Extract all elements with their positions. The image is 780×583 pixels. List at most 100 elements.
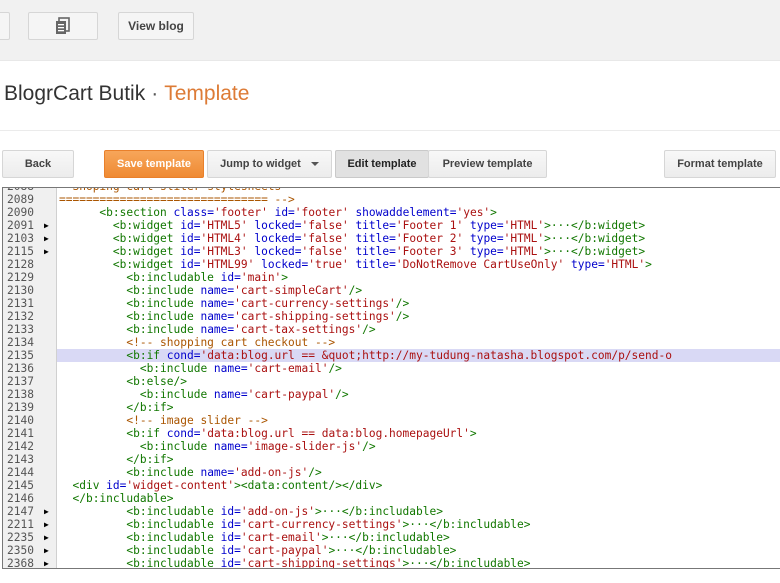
code-line[interactable]: 2103 ▶ <b:widget id='HTML4' locked='false…: [3, 232, 780, 245]
code-line[interactable]: 2140 <!-- image slider -->: [3, 414, 780, 427]
code-line[interactable]: 2143 </b:if>: [3, 453, 780, 466]
line-number: 2143: [7, 453, 34, 466]
code-token: name=: [200, 310, 235, 323]
code-token: type=: [469, 232, 504, 245]
code-line[interactable]: 2139 </b:if>: [3, 401, 780, 414]
fold-arrow-icon[interactable]: ▶: [44, 518, 49, 531]
code-token: 'data:blog.url == data:blog.homepageUrl': [200, 427, 470, 440]
code-text: <b:include name='image-slider-js'/>: [57, 440, 780, 453]
line-number: 2144: [7, 466, 34, 479]
code-text: <b:includable id='cart-shipping-settings…: [57, 557, 780, 569]
view-blog-button[interactable]: View blog: [118, 12, 194, 40]
code-token: <b:include: [126, 297, 201, 310]
code-token: 'cart-shipping-settings': [240, 557, 403, 569]
code-token: 'cart-currency-settings': [240, 518, 403, 531]
code-token: >···</b:widget>: [544, 245, 646, 258]
code-token: <b:else/>: [126, 375, 187, 388]
code-token: 'add-on-js': [240, 505, 315, 518]
code-text: </b:if>: [57, 401, 780, 414]
code-text: <b:includable id='cart-email'>···</b:inc…: [57, 531, 780, 544]
save-template-button[interactable]: Save template: [104, 150, 204, 178]
preview-template-tab[interactable]: Preview template: [428, 150, 547, 178]
code-line[interactable]: 2128 <b:widget id='HTML99' locked='true'…: [3, 258, 780, 271]
code-token: id=: [180, 258, 201, 271]
code-line[interactable]: 2134 <!-- shopping cart checkout -->: [3, 336, 780, 349]
code-line[interactable]: 2133 <b:include name='cart-tax-settings'…: [3, 323, 780, 336]
code-line[interactable]: 2090 <b:section class='footer' id='foote…: [3, 206, 780, 219]
code-line[interactable]: 2136 <b:include name='cart-email'/>: [3, 362, 780, 375]
pages-button[interactable]: [28, 12, 98, 40]
code-token: <div: [72, 479, 107, 492]
code-token: 'cart-email': [240, 531, 322, 544]
fold-arrow-icon[interactable]: ▶: [44, 505, 49, 518]
code-text: <b:include name='cart-simpleCart'/>: [57, 284, 780, 297]
fold-arrow-icon[interactable]: ▶: [44, 219, 49, 232]
code-text: <b:include name='cart-tax-settings'/>: [57, 323, 780, 336]
code-text: <b:widget id='HTML99' locked='true' titl…: [57, 258, 780, 271]
code-text: <!-- shopping cart checkout -->: [57, 336, 780, 349]
code-line[interactable]: 2145 <div id='widget-content'><data:cont…: [3, 479, 780, 492]
code-text: <b:includable id='add-on-js'>···</b:incl…: [57, 505, 780, 518]
code-line[interactable]: 2132 <b:include name='cart-shipping-sett…: [3, 310, 780, 323]
jump-to-widget-button[interactable]: Jump to widget: [207, 150, 332, 178]
format-template-button[interactable]: Format template: [664, 150, 776, 178]
edit-template-tab[interactable]: Edit template: [335, 150, 429, 178]
code-token: cond=: [166, 349, 201, 362]
code-token: ><data:content/></div>: [234, 479, 383, 492]
fold-arrow-icon[interactable]: ▶: [44, 557, 49, 568]
code-token: >···</b:widget>: [544, 232, 646, 245]
code-token: <!-- image slider -->: [126, 414, 268, 427]
code-token: />: [308, 466, 322, 479]
code-line[interactable]: 2235 ▶ <b:includable id='cart-email'>···<…: [3, 531, 780, 544]
code-line[interactable]: 2146 </b:includable>: [3, 492, 780, 505]
code-token: >···</b:includable>: [402, 518, 531, 531]
code-token: title=: [355, 232, 396, 245]
code-line[interactable]: 2115 ▶ <b:widget id='HTML3' locked='false…: [3, 245, 780, 258]
code-line[interactable]: 2091 ▶ <b:widget id='HTML5' locked='false…: [3, 219, 780, 232]
code-line[interactable]: 2131 <b:include name='cart-currency-sett…: [3, 297, 780, 310]
code-text: <b:widget id='HTML4' locked='false' titl…: [57, 232, 780, 245]
code-text: <b:includable id='cart-paypal'>···</b:in…: [57, 544, 780, 557]
code-token: >: [645, 258, 652, 271]
top-bar: View blog: [0, 0, 780, 61]
back-button[interactable]: Back: [2, 150, 74, 178]
line-number: 2091: [7, 219, 34, 232]
code-line[interactable]: 2135 <b:if cond='data:blog.url == &quot;…: [3, 349, 780, 362]
fold-arrow-icon[interactable]: ▶: [44, 245, 49, 258]
code-line[interactable]: 2137 <b:else/>: [3, 375, 780, 388]
code-token: id=: [180, 219, 201, 232]
blog-name: BlogrCart Butik: [4, 82, 146, 105]
code-token: 'true': [308, 258, 349, 271]
code-line[interactable]: 2368 ▶ <b:includable id='cart-shipping-se…: [3, 557, 780, 569]
code-line[interactable]: 2211 ▶ <b:includable id='cart-currency-se…: [3, 518, 780, 531]
code-line[interactable]: 2350 ▶ <b:includable id='cart-paypal'>···…: [3, 544, 780, 557]
line-number: 2128: [7, 258, 34, 271]
code-line[interactable]: 2147 ▶ <b:includable id='add-on-js'>···</…: [3, 505, 780, 518]
code-token: />: [395, 297, 410, 310]
line-number: 2139: [7, 401, 34, 414]
code-token: name=: [200, 466, 235, 479]
code-line[interactable]: 2138 <b:include name='cart-paypal'/>: [3, 388, 780, 401]
line-number: 2145: [7, 479, 34, 492]
code-line[interactable]: 2141 <b:if cond='data:blog.url == data:b…: [3, 427, 780, 440]
back-arrow-button[interactable]: [0, 12, 10, 40]
code-line[interactable]: 2142 <b:include name='image-slider-js'/>: [3, 440, 780, 453]
fold-arrow-icon[interactable]: ▶: [44, 544, 49, 557]
code-editor[interactable]: 2088 Shoping cart sliter stylesheets2089…: [2, 187, 780, 569]
line-number: 2368: [7, 557, 34, 569]
fold-arrow-icon[interactable]: ▶: [44, 531, 49, 544]
code-line[interactable]: 2089 =============================== -->: [3, 193, 780, 206]
code-text: <b:include name='add-on-js'/>: [57, 466, 780, 479]
code-text: <b:else/>: [57, 375, 780, 388]
code-line[interactable]: 2129 <b:includable id='main'>: [3, 271, 780, 284]
code-line[interactable]: 2130 <b:include name='cart-simpleCart'/>: [3, 284, 780, 297]
code-token: <b:widget: [112, 258, 181, 271]
code-line[interactable]: 2144 <b:include name='add-on-js'/>: [3, 466, 780, 479]
line-number: 2132: [7, 310, 34, 323]
fold-arrow-icon[interactable]: ▶: [44, 232, 49, 245]
line-number: 2135: [7, 349, 34, 362]
